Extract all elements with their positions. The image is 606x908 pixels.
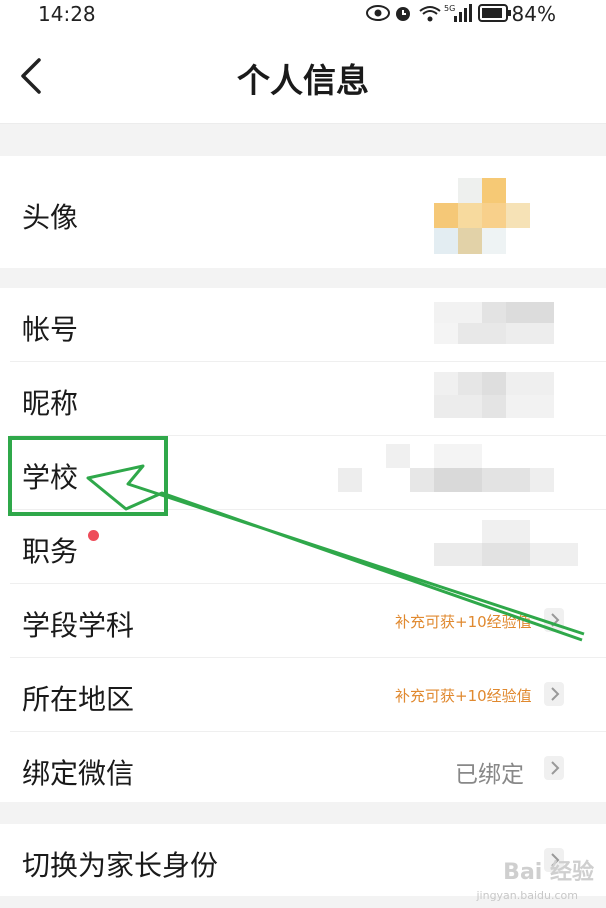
account-label: 帐号 (22, 313, 79, 346)
eye-icon (366, 5, 390, 21)
avatar-row[interactable]: 头像 (0, 156, 606, 268)
nickname-row[interactable]: 昵称 (0, 362, 606, 435)
position-row[interactable]: 职务 (0, 510, 606, 583)
svg-text:5G: 5G (444, 4, 455, 13)
avatar-label: 头像 (22, 201, 79, 234)
region-label: 所在地区 (22, 683, 135, 716)
nav-bar: 个人信息 (0, 28, 606, 124)
position-label: 职务 (22, 535, 79, 568)
signal-icon: 5G (444, 4, 472, 22)
chevron-right-icon (544, 608, 564, 632)
wechat-row[interactable]: 绑定微信 已绑定 (0, 732, 606, 802)
status-time: 14:28 (38, 2, 96, 26)
stage-subject-row[interactable]: 学段学科 补充可获+10经验值 (0, 584, 606, 657)
chevron-right-icon (544, 682, 564, 706)
nickname-value-blurred (434, 372, 574, 418)
watermark-url: jingyan.baidu.com (476, 889, 578, 902)
page-title: 个人信息 (237, 61, 369, 100)
region-row[interactable]: 所在地区 补充可获+10经验值 (0, 658, 606, 731)
alarm-icon (396, 7, 410, 21)
stage-subject-label: 学段学科 (22, 609, 135, 642)
switch-parent-label: 切换为家长身份 (22, 849, 219, 882)
region-hint: 补充可获+10经验值 (395, 687, 532, 705)
wechat-status: 已绑定 (455, 762, 524, 788)
wechat-label: 绑定微信 (22, 757, 135, 790)
school-value-blurred (338, 444, 578, 492)
watermark-logo: Bai 经验 (503, 860, 594, 885)
school-label: 学校 (22, 461, 79, 494)
account-row[interactable]: 帐号 (0, 288, 606, 361)
battery-percent: 84% (511, 2, 556, 26)
chevron-right-icon (544, 756, 564, 780)
school-row[interactable]: 学校 (0, 436, 606, 509)
avatar-group: 头像 (0, 156, 606, 268)
wifi-icon (419, 6, 441, 22)
account-value-blurred (434, 302, 574, 344)
new-badge-dot (88, 530, 99, 541)
battery-icon (478, 4, 511, 22)
nickname-label: 昵称 (22, 387, 79, 420)
stage-subject-hint: 补充可获+10经验值 (395, 613, 532, 631)
info-group: 帐号 昵称 学校 职务 学段学科 补充可获+10经验值 所在地区 补充可获+10… (0, 288, 606, 802)
status-bar: 14:28 5G 84% (0, 0, 606, 28)
avatar (434, 178, 530, 254)
position-value-blurred (434, 520, 578, 566)
